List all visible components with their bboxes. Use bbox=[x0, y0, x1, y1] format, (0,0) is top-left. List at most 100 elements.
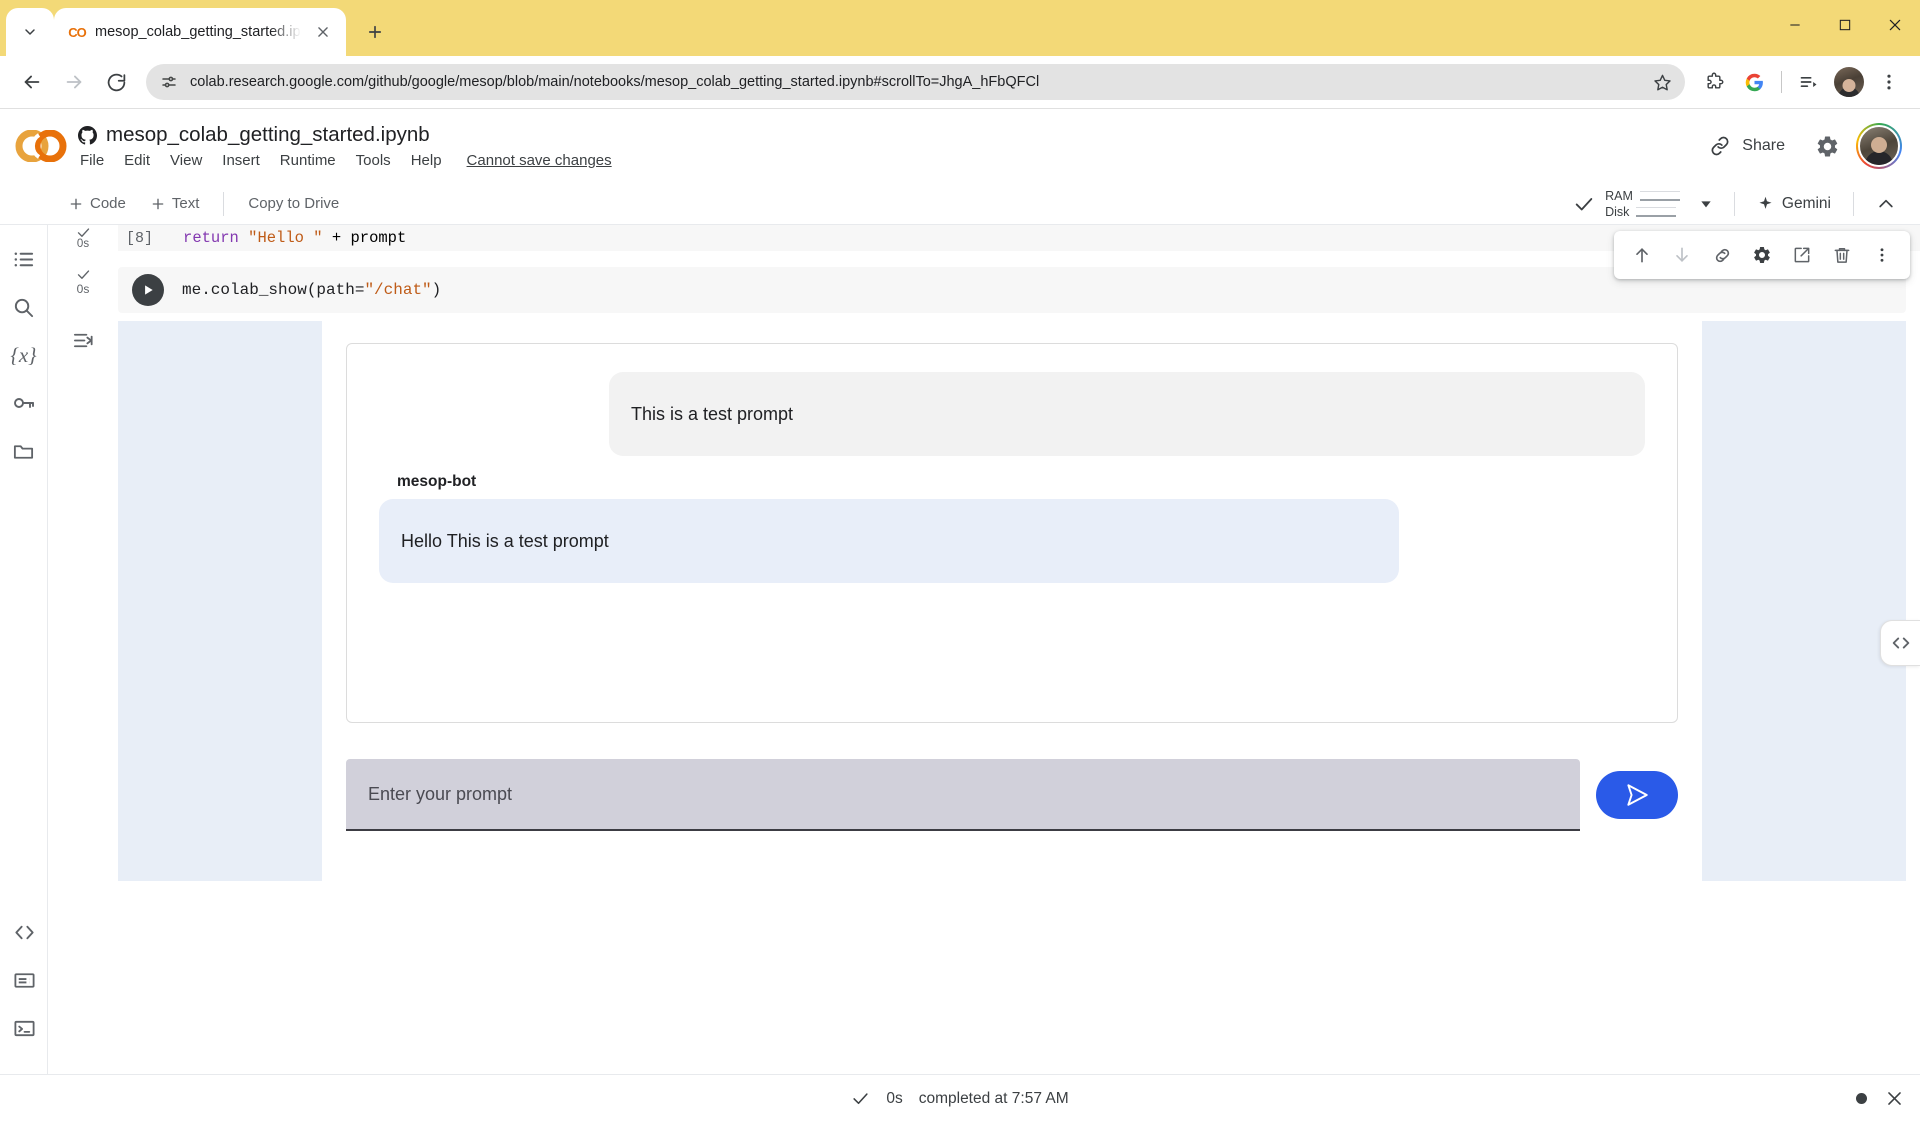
notebook-cell-active[interactable]: 0s me.colab_show(path="/chat") bbox=[48, 257, 1920, 881]
files-folder-icon[interactable] bbox=[2, 427, 46, 475]
minimize-icon[interactable] bbox=[1770, 0, 1820, 50]
status-duration: 0s bbox=[886, 1090, 902, 1108]
colab-header: mesop_colab_getting_started.ipynb File E… bbox=[0, 109, 1920, 183]
close-window-icon[interactable] bbox=[1870, 0, 1920, 50]
window-controls bbox=[1770, 0, 1920, 50]
secrets-key-icon[interactable] bbox=[2, 379, 46, 427]
star-icon[interactable] bbox=[1649, 73, 1675, 92]
cell-runtime: 0s bbox=[77, 282, 90, 296]
table-of-contents-icon[interactable] bbox=[2, 235, 46, 283]
reload-icon[interactable] bbox=[96, 62, 136, 102]
share-button[interactable]: Share bbox=[1695, 127, 1799, 165]
menu-item-help[interactable]: Help bbox=[411, 152, 442, 169]
status-bar-right bbox=[1856, 1089, 1904, 1108]
send-icon bbox=[1624, 782, 1650, 808]
browser-tab[interactable]: CO mesop_colab_getting_started.ip bbox=[54, 8, 346, 56]
sparkle-icon bbox=[1757, 195, 1774, 212]
colab-logo[interactable] bbox=[14, 124, 70, 168]
chat-message-user: This is a test prompt bbox=[609, 372, 1645, 456]
move-cell-up-icon[interactable] bbox=[1624, 237, 1660, 273]
chat-prompt-input[interactable]: Enter your prompt bbox=[346, 759, 1580, 831]
back-icon[interactable] bbox=[12, 62, 52, 102]
address-bar[interactable]: colab.research.google.com/github/google/… bbox=[146, 64, 1685, 100]
menu-item-tools[interactable]: Tools bbox=[356, 152, 391, 169]
maximize-icon[interactable] bbox=[1820, 0, 1870, 50]
chat-prompt-placeholder: Enter your prompt bbox=[368, 784, 512, 805]
add-text-cell-button[interactable]: Text bbox=[138, 189, 212, 218]
chat-bot-name: mesop-bot bbox=[397, 473, 1645, 491]
add-code-cell-button[interactable]: Code bbox=[56, 189, 138, 218]
code-token-rest: + prompt bbox=[323, 229, 407, 247]
share-label: Share bbox=[1742, 137, 1785, 155]
menu-item-insert[interactable]: Insert bbox=[222, 152, 260, 169]
google-icon[interactable] bbox=[1735, 63, 1773, 101]
site-settings-icon[interactable] bbox=[160, 73, 178, 91]
chat-message-list: This is a test prompt mesop-bot Hello Th… bbox=[346, 343, 1678, 723]
move-cell-down-icon[interactable] bbox=[1664, 237, 1700, 273]
toolbar-divider bbox=[1781, 71, 1782, 93]
url-text: colab.research.google.com/github/google/… bbox=[190, 74, 1637, 90]
colab-icon: CO bbox=[68, 23, 86, 41]
menu-item-view[interactable]: View bbox=[170, 152, 202, 169]
delete-cell-icon[interactable] bbox=[1824, 237, 1860, 273]
code-token-string: "Hello " bbox=[248, 229, 322, 247]
colab-sidebar: {x} bbox=[0, 225, 48, 1074]
menu-item-runtime[interactable]: Runtime bbox=[280, 152, 336, 169]
play-icon[interactable] bbox=[132, 274, 164, 306]
save-status[interactable]: Cannot save changes bbox=[467, 152, 612, 169]
code-snippets-icon[interactable] bbox=[2, 908, 46, 956]
gemini-button[interactable]: Gemini bbox=[1747, 189, 1841, 219]
tab-strip: CO mesop_colab_getting_started.ip bbox=[0, 0, 1920, 56]
menu-item-edit[interactable]: Edit bbox=[124, 152, 150, 169]
code-token-keyword: return bbox=[183, 229, 239, 247]
cell-settings-icon[interactable] bbox=[1744, 237, 1780, 273]
gear-icon[interactable] bbox=[1815, 134, 1840, 159]
checkmark-icon bbox=[76, 267, 91, 282]
close-icon[interactable] bbox=[1885, 1089, 1904, 1108]
plus-icon bbox=[68, 196, 84, 212]
terminal-icon[interactable] bbox=[2, 1004, 46, 1052]
open-in-new-tab-icon[interactable] bbox=[1784, 237, 1820, 273]
output-scroll-icon[interactable] bbox=[72, 329, 95, 352]
cell-run-gutter: 0s bbox=[48, 225, 118, 250]
reading-list-icon[interactable] bbox=[1790, 63, 1828, 101]
page-title: mesop_colab_getting_started.ipynb bbox=[106, 123, 430, 147]
busy-dot-icon bbox=[1856, 1093, 1867, 1104]
checkmark-icon bbox=[1573, 193, 1595, 215]
new-tab-button[interactable] bbox=[356, 13, 394, 51]
disk-bar bbox=[1636, 207, 1676, 217]
colab-body: {x} bbox=[0, 225, 1920, 1074]
copy-to-drive-label: Copy to Drive bbox=[248, 195, 339, 212]
menu-item-file[interactable]: File bbox=[80, 152, 104, 169]
add-code-label: Code bbox=[90, 195, 126, 212]
command-palette-icon[interactable] bbox=[2, 956, 46, 1004]
link-icon bbox=[1709, 135, 1731, 157]
forward-icon[interactable] bbox=[54, 62, 94, 102]
mesop-chat-app: This is a test prompt mesop-bot Hello Th… bbox=[322, 321, 1702, 881]
tab-search-button[interactable] bbox=[6, 8, 54, 56]
chat-input-row: Enter your prompt bbox=[346, 759, 1678, 831]
close-icon[interactable] bbox=[310, 19, 336, 45]
chevron-up-icon[interactable] bbox=[1866, 194, 1906, 214]
browser-window: CO mesop_colab_getting_started.ip bbox=[0, 0, 1920, 1122]
extensions-icon[interactable] bbox=[1695, 63, 1733, 101]
chevron-down-icon[interactable] bbox=[1690, 196, 1722, 212]
cell-code-text: me.colab_show(path="/chat") bbox=[182, 281, 441, 299]
toolbar-divider bbox=[1734, 192, 1735, 216]
send-button[interactable] bbox=[1596, 771, 1678, 819]
tab-title: mesop_colab_getting_started.ip bbox=[95, 24, 301, 40]
link-to-cell-icon[interactable] bbox=[1704, 237, 1740, 273]
ram-bar bbox=[1640, 191, 1680, 201]
gemini-label: Gemini bbox=[1782, 195, 1831, 213]
search-icon[interactable] bbox=[2, 283, 46, 331]
notebook-toolbar: Code Text Copy to Drive RAM Disk bbox=[0, 183, 1920, 225]
chat-message-text: Hello This is a test prompt bbox=[401, 531, 609, 552]
more-options-icon[interactable] bbox=[1864, 237, 1900, 273]
cell-output-iframe[interactable]: This is a test prompt mesop-bot Hello Th… bbox=[118, 321, 1906, 881]
chrome-menu-icon[interactable] bbox=[1870, 63, 1908, 101]
code-brackets-icon[interactable] bbox=[1880, 620, 1920, 666]
resource-usage[interactable]: RAM Disk bbox=[1605, 189, 1680, 219]
user-avatar[interactable] bbox=[1856, 123, 1902, 169]
copy-to-drive-button[interactable]: Copy to Drive bbox=[236, 189, 351, 218]
profile-avatar[interactable] bbox=[1830, 63, 1868, 101]
